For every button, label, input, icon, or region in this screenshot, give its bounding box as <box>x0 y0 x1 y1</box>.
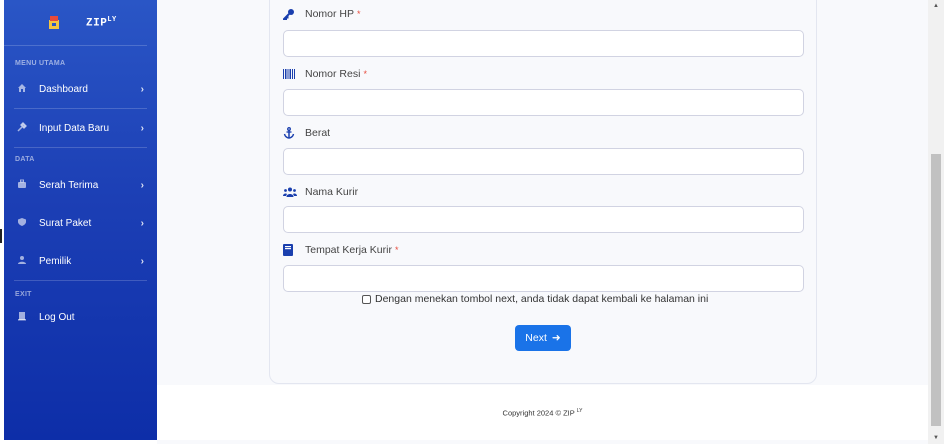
anchor-icon <box>283 127 297 139</box>
form-card: Nomor HP* Nomor Resi* Berat Nama Kurir <box>269 0 817 384</box>
sidebar-item-label: Pemilik <box>39 255 72 267</box>
sidebar-item-label: Input Data Baru <box>39 122 110 134</box>
copyright-text: Copyright 2024 © ZIP LY <box>502 407 583 418</box>
chevron-right-icon: › <box>140 83 144 95</box>
field-label-nama-kurir: Nama Kurir <box>283 186 361 198</box>
tools-icon <box>15 121 29 135</box>
next-button[interactable]: Next ➜ <box>515 325 571 351</box>
sidebar-item-input-data-baru[interactable]: Input Data Baru › <box>4 109 157 147</box>
sidebar-item-label: Dashboard <box>39 83 88 95</box>
chevron-right-icon: › <box>140 217 144 229</box>
chevron-right-icon: › <box>140 255 144 267</box>
nomor-hp-input[interactable] <box>283 30 804 57</box>
home-icon <box>15 83 29 96</box>
section-heading-data: DATA <box>15 156 35 163</box>
agreement-checkbox-label[interactable]: Dengan menekan tombol next, anda tidak d… <box>362 293 708 305</box>
nomor-resi-input[interactable] <box>283 89 804 116</box>
chevron-right-icon: › <box>140 179 144 191</box>
sidebar-item-log-out[interactable]: Log Out <box>4 298 157 336</box>
door-icon <box>15 311 29 324</box>
tempat-kerja-kurir-input[interactable] <box>283 265 804 292</box>
briefcase-icon <box>15 179 29 192</box>
sidebar-item-serah-terima[interactable]: Serah Terima › <box>4 166 157 204</box>
berat-input[interactable] <box>283 148 804 175</box>
sidebar-item-dashboard[interactable]: Dashboard › <box>4 70 157 108</box>
field-label-nomor-hp: Nomor HP * <box>283 8 361 20</box>
sidebar-item-pemilik[interactable]: Pemilik › <box>4 242 157 280</box>
box-logo-icon <box>44 13 64 33</box>
edge-marker <box>0 229 2 243</box>
field-label-tempat-kerja-kurir: Tempat Kerja Kurir * <box>283 244 398 256</box>
sidebar-item-surat-paket[interactable]: Surat Paket › <box>4 204 157 242</box>
field-label-berat: Berat <box>283 127 333 139</box>
chevron-right-icon: › <box>140 122 144 134</box>
barcode-icon <box>283 69 297 79</box>
brand-name: ZIPLY <box>86 15 117 30</box>
shield-icon <box>15 217 29 230</box>
section-heading-exit: EXIT <box>15 291 32 298</box>
key-icon <box>283 8 297 20</box>
agreement-checkbox[interactable] <box>362 294 371 304</box>
nama-kurir-input[interactable] <box>283 206 804 233</box>
field-label-nomor-resi: Nomor Resi * <box>283 68 367 80</box>
users-icon <box>283 187 297 197</box>
sidebar: ZIPLY MENU UTAMA Dashboard › Input Data … <box>4 0 157 440</box>
scroll-up-icon[interactable]: ▲ <box>928 0 944 12</box>
brand[interactable]: ZIPLY <box>4 0 147 46</box>
scrollbar[interactable]: ▲ ▼ <box>928 0 944 444</box>
user-icon <box>15 255 29 268</box>
scroll-down-icon[interactable]: ▼ <box>928 432 944 444</box>
sidebar-item-label: Surat Paket <box>39 217 92 229</box>
sidebar-item-label: Serah Terima <box>39 179 99 191</box>
section-heading-menu-utama: MENU UTAMA <box>15 60 66 67</box>
arrow-right-icon: ➜ <box>551 332 561 344</box>
sidebar-item-label: Log Out <box>39 311 75 323</box>
footer: Copyright 2024 © ZIP LY <box>157 385 928 440</box>
scrollbar-thumb[interactable] <box>931 154 941 426</box>
book-icon <box>283 244 297 256</box>
main-content: Nomor HP* Nomor Resi* Berat Nama Kurir <box>157 0 928 444</box>
